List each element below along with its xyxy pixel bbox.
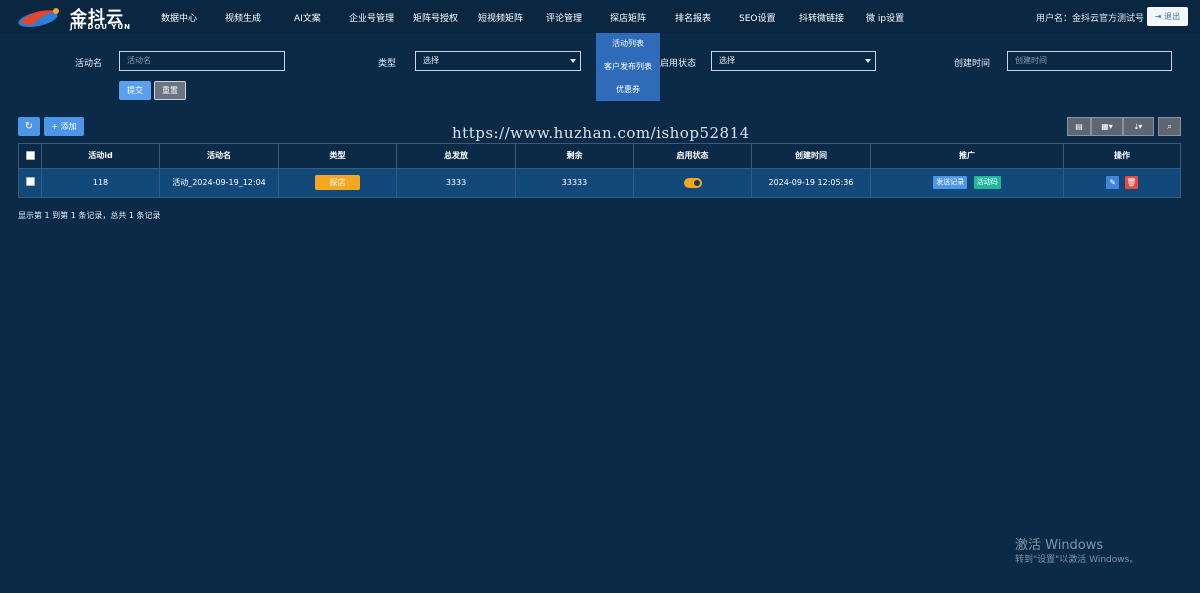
windows-activation-title: 激活 Windows bbox=[1015, 538, 1104, 553]
top-navbar: 金抖云 JIN DOU YUN 数据中心 视频生成 AI文案 企业号管理 矩阵号… bbox=[0, 0, 1200, 33]
send-records-button[interactable]: 发送记录 bbox=[933, 176, 968, 189]
export-dropdown-button[interactable]: ⤓▾ bbox=[1123, 117, 1154, 136]
refresh-icon: ↻ bbox=[24, 121, 34, 132]
dropdown-item-coupons[interactable]: 优惠券 bbox=[596, 84, 660, 95]
brand-logo[interactable]: 金抖云 JIN DOU YUN bbox=[14, 3, 134, 31]
store-visit-dropdown-menu: 活动列表 客户发布列表 优惠券 bbox=[596, 33, 660, 101]
cell-activity-name: 活动_2024-09-19_12:04 bbox=[160, 169, 279, 197]
header-activity-id[interactable]: 活动id bbox=[42, 144, 160, 168]
username-label: 用户名：金抖云官方测试号 bbox=[1036, 14, 1145, 24]
logout-button[interactable]: ⇥ 退出 bbox=[1147, 7, 1188, 26]
windows-activation-subtitle: 转到"设置"以激活 Windows。 bbox=[1015, 555, 1139, 565]
nav-comment-management[interactable]: 评论管理 bbox=[546, 11, 582, 24]
dropdown-item-customer-publish-list[interactable]: 客户发布列表 bbox=[596, 61, 660, 72]
header-type[interactable]: 类型 bbox=[279, 144, 397, 168]
nav-ip-settings[interactable]: 微 ip设置 bbox=[866, 11, 904, 24]
type-label: 类型 bbox=[378, 59, 397, 69]
status-label: 启用状态 bbox=[660, 59, 697, 69]
created-time-input[interactable]: 创建时间 bbox=[1007, 51, 1172, 71]
enabled-toggle[interactable] bbox=[683, 177, 702, 188]
chevron-down-icon bbox=[570, 59, 576, 63]
nav-seo-settings[interactable]: SEO设置 bbox=[739, 11, 775, 24]
nav-ai-copy[interactable]: AI文案 bbox=[294, 11, 321, 24]
brand-subtitle: JIN DOU YUN bbox=[70, 23, 131, 31]
header-select-all-cell bbox=[19, 144, 42, 168]
reset-button[interactable]: 重置 bbox=[154, 81, 186, 100]
type-select[interactable]: 选择 bbox=[415, 51, 581, 71]
columns-dropdown-button[interactable]: ▦▾ bbox=[1091, 117, 1123, 136]
search-icon: ⌕ bbox=[1167, 122, 1172, 131]
cell-enabled-status bbox=[634, 169, 752, 197]
type-badge: 探店 bbox=[315, 175, 360, 190]
header-total-issued[interactable]: 总发放 bbox=[397, 144, 516, 168]
refresh-button[interactable]: ↻ bbox=[18, 117, 40, 136]
created-time-label: 创建时间 bbox=[954, 59, 991, 69]
delete-button[interactable]: 🗑 bbox=[1124, 176, 1138, 189]
activity-name-label: 活动名 bbox=[75, 59, 103, 69]
header-activity-name[interactable]: 活动名 bbox=[160, 144, 279, 168]
pencil-icon: ✎ bbox=[1109, 178, 1117, 187]
table-header: 活动id 活动名 类型 总发放 剩余 启用状态 创建时间 推广 操作 bbox=[18, 143, 1181, 169]
pagination-info: 显示第 1 到第 1 条记录，总共 1 条记录 bbox=[18, 211, 161, 220]
edit-button[interactable]: ✎ bbox=[1106, 176, 1120, 189]
list-icon: ▤ bbox=[1075, 122, 1083, 131]
activity-name-input[interactable]: 活动名 bbox=[119, 51, 285, 71]
logout-label: 退出 bbox=[1164, 12, 1181, 21]
cell-remaining: 33333 bbox=[516, 169, 634, 197]
header-promotion: 推广 bbox=[871, 144, 1064, 168]
nav-douyin-wechat-link[interactable]: 抖转微链接 bbox=[799, 11, 844, 24]
status-select-value: 选择 bbox=[719, 56, 735, 65]
nav-matrix-authorization[interactable]: 矩阵号授权 bbox=[413, 11, 458, 24]
grid-icon: ▦▾ bbox=[1101, 122, 1113, 131]
type-select-value: 选择 bbox=[423, 56, 439, 65]
add-button[interactable]: + 添加 bbox=[44, 117, 84, 136]
header-remaining[interactable]: 剩余 bbox=[516, 144, 634, 168]
nav-video-generation[interactable]: 视频生成 bbox=[225, 11, 261, 24]
cell-actions: ✎ 🗑 bbox=[1064, 169, 1180, 197]
nav-data-center[interactable]: 数据中心 bbox=[161, 11, 197, 24]
header-created-time[interactable]: 创建时间 bbox=[752, 144, 871, 168]
export-icon: ⤓▾ bbox=[1134, 122, 1143, 131]
activity-code-button[interactable]: 活动码 bbox=[973, 176, 1001, 189]
toggle-view-button[interactable]: ▤ bbox=[1067, 117, 1091, 136]
cell-total-issued: 3333 bbox=[397, 169, 516, 197]
cell-created-time: 2024-09-19 12:05:36 bbox=[752, 169, 871, 197]
cell-activity-id: 118 bbox=[42, 169, 160, 197]
nav-enterprise-accounts[interactable]: 企业号管理 bbox=[349, 11, 394, 24]
table-row: 118 活动_2024-09-19_12:04 探店 3333 33333 20… bbox=[18, 169, 1181, 198]
row-select-cell bbox=[19, 169, 42, 197]
header-actions: 操作 bbox=[1114, 151, 1130, 160]
cell-promotion: 发送记录 活动码 bbox=[871, 169, 1064, 197]
submit-button[interactable]: 提交 bbox=[119, 81, 151, 100]
nav-short-video-matrix[interactable]: 短视频矩阵 bbox=[478, 11, 523, 24]
nav-ranking-report[interactable]: 排名报表 bbox=[675, 11, 711, 24]
dropdown-item-activity-list[interactable]: 活动列表 bbox=[596, 38, 660, 49]
logo-icon bbox=[18, 8, 59, 28]
chevron-down-icon bbox=[865, 59, 871, 63]
search-button[interactable]: ⌕ bbox=[1158, 117, 1181, 136]
trash-icon: 🗑 bbox=[1126, 178, 1137, 187]
header-enabled-status[interactable]: 启用状态 bbox=[634, 144, 752, 168]
select-all-checkbox[interactable] bbox=[26, 151, 35, 160]
watermark-url: https://www.huzhan.com/ishop52814 bbox=[452, 124, 750, 142]
row-checkbox[interactable] bbox=[26, 177, 35, 186]
status-select[interactable]: 选择 bbox=[711, 51, 876, 71]
logout-icon: ⇥ bbox=[1154, 12, 1162, 21]
nav-store-visit-matrix[interactable]: 探店矩阵 bbox=[610, 11, 646, 24]
cell-type: 探店 bbox=[279, 169, 397, 197]
